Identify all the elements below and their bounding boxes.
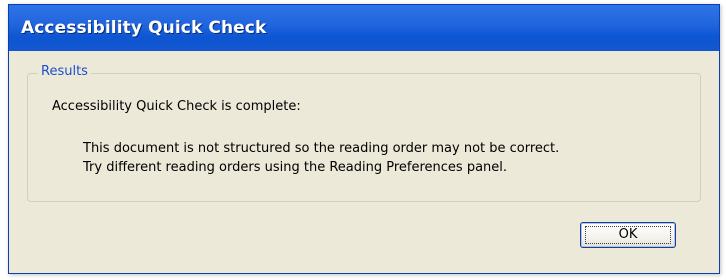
result-heading: Accessibility Quick Check is complete: (52, 99, 301, 114)
result-message-line-1: This document is not structured so the r… (83, 141, 560, 156)
results-group-label: Results (38, 64, 91, 79)
results-groupbox (27, 73, 701, 202)
result-message-line-2: Try different reading orders using the R… (83, 160, 508, 175)
title-bar[interactable]: Accessibility Quick Check (9, 5, 719, 51)
ok-button-label: OK (618, 227, 638, 242)
ok-button[interactable]: OK (580, 222, 676, 248)
dialog-title: Accessibility Quick Check (21, 18, 267, 38)
